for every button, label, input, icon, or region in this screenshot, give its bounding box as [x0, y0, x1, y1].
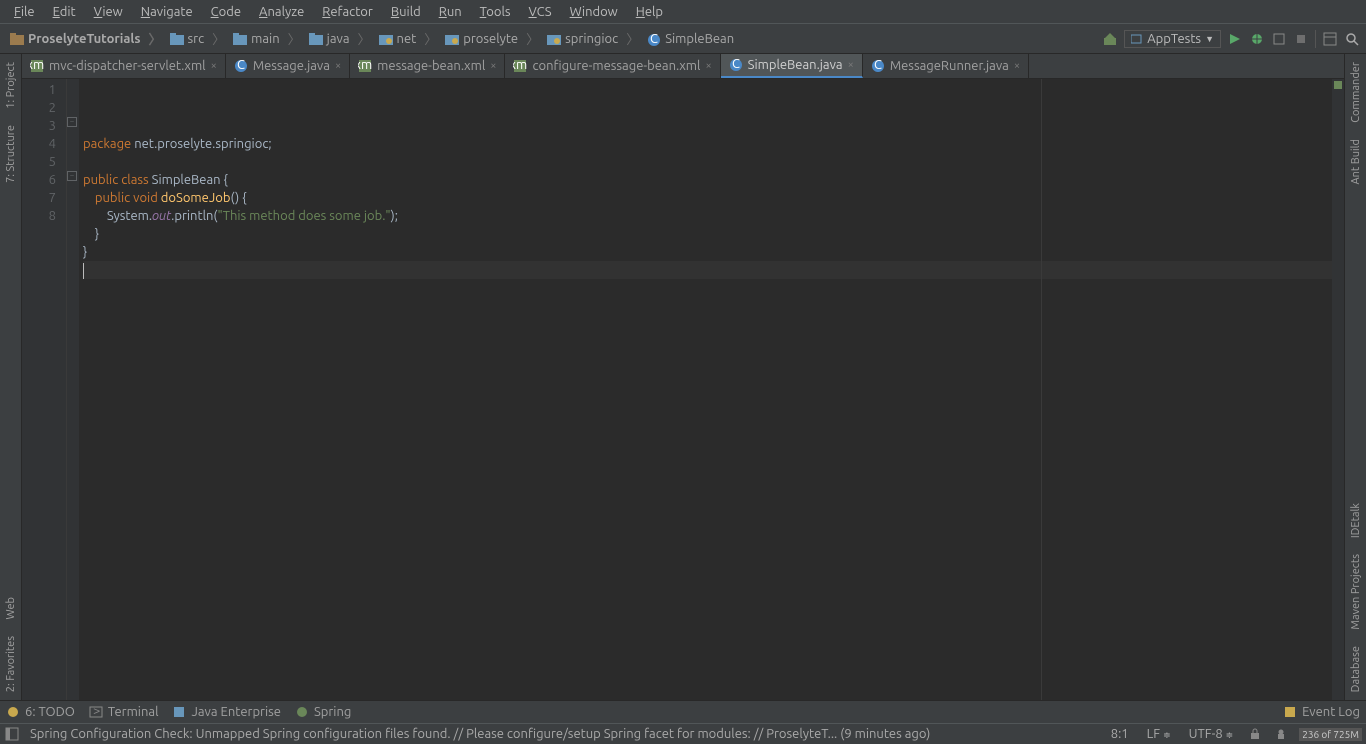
svg-text:xml: xml — [513, 59, 527, 72]
bottom-tool-tab[interactable]: >Terminal — [89, 705, 159, 719]
svg-text:xml: xml — [358, 59, 372, 72]
editor[interactable]: 12345678 − − package net.proselyte.sprin… — [22, 79, 1344, 700]
editor-tab[interactable]: xmlconfigure-message-bean.xml× — [505, 54, 720, 78]
tool-window-tab[interactable]: 7: Structure — [3, 117, 19, 191]
breadcrumb-item[interactable]: main〉 — [229, 27, 305, 50]
file-type-icon: C — [729, 58, 743, 72]
menu-build[interactable]: Build — [383, 3, 429, 21]
close-icon[interactable]: × — [1014, 60, 1020, 72]
menu-edit[interactable]: Edit — [45, 3, 84, 21]
breadcrumb[interactable]: ProselyteTutorials〉src〉main〉java〉net〉pro… — [6, 27, 1102, 50]
file-encoding[interactable]: UTF-8 ≑ — [1185, 727, 1238, 741]
build-icon[interactable] — [1102, 31, 1118, 47]
editor-tab[interactable]: xmlmessage-bean.xml× — [350, 54, 505, 78]
editor-tab[interactable]: CMessageRunner.java× — [863, 54, 1029, 78]
lock-icon[interactable] — [1247, 726, 1263, 742]
breadcrumb-item[interactable]: ProselyteTutorials〉 — [6, 27, 166, 50]
jee-icon — [172, 705, 186, 719]
close-icon[interactable]: × — [490, 60, 496, 72]
event-log-tab[interactable]: Event Log — [1283, 705, 1360, 719]
status-bar: Spring Configuration Check: Unmapped Spr… — [0, 723, 1366, 744]
bottom-tool-tab[interactable]: 6: TODO — [6, 705, 75, 719]
tool-window-tab[interactable]: IDEtalk — [1348, 495, 1364, 546]
svg-text:C: C — [874, 59, 882, 72]
close-icon[interactable]: × — [335, 60, 341, 72]
breadcrumb-item[interactable]: springioc〉 — [543, 27, 643, 50]
right-margin-line — [1041, 79, 1042, 700]
breadcrumb-item[interactable]: src〉 — [166, 27, 230, 50]
spring-icon — [295, 705, 309, 719]
term-icon: > — [89, 705, 103, 719]
menu-refactor[interactable]: Refactor — [314, 3, 381, 21]
close-icon[interactable]: × — [705, 60, 711, 72]
line-separator[interactable]: LF ≑ — [1143, 727, 1175, 741]
menu-tools[interactable]: Tools — [472, 3, 519, 21]
bottom-tool-tab[interactable]: Java Enterprise — [172, 705, 280, 719]
status-indicator — [1334, 81, 1342, 89]
run-icon[interactable] — [1227, 31, 1243, 47]
breadcrumb-item[interactable]: CSimpleBean — [643, 30, 738, 48]
tool-window-tab[interactable]: Web — [3, 589, 19, 628]
navigation-bar: ProselyteTutorials〉src〉main〉java〉net〉pro… — [0, 24, 1366, 54]
tool-window-tab[interactable]: 1: Project — [3, 54, 19, 117]
todo-icon — [6, 705, 20, 719]
menu-view[interactable]: View — [86, 3, 131, 21]
main-menu-bar: FileEditViewNavigateCodeAnalyzeRefactorB… — [0, 0, 1366, 24]
svg-text:C: C — [237, 59, 245, 72]
menu-navigate[interactable]: Navigate — [133, 3, 201, 21]
menu-run[interactable]: Run — [431, 3, 470, 21]
breadcrumb-item[interactable]: net〉 — [375, 27, 442, 50]
left-tool-stripe: 1: Project7: Structure Web2: Favorites — [0, 54, 22, 700]
error-stripe[interactable] — [1332, 79, 1344, 700]
coverage-icon[interactable] — [1271, 31, 1287, 47]
tool-window-tab[interactable]: Database — [1348, 638, 1364, 700]
file-type-icon: xml — [30, 59, 44, 73]
debug-icon[interactable] — [1249, 31, 1265, 47]
bottom-tool-stripe: 6: TODO >Terminal Java Enterprise Spring Eve… — [0, 700, 1366, 723]
tool-window-tab[interactable]: Ant Build — [1348, 131, 1364, 193]
editor-tab[interactable]: CSimpleBean.java× — [721, 54, 863, 78]
file-type-icon: xml — [358, 59, 372, 73]
code-area[interactable]: package net.proselyte.springioc;public c… — [79, 79, 1332, 700]
run-config-label: AppTests — [1147, 32, 1201, 46]
menu-window[interactable]: Window — [562, 3, 626, 21]
bottom-tool-tab[interactable]: Spring — [295, 705, 351, 719]
tool-window-toggle-icon[interactable] — [4, 726, 20, 742]
cursor-position[interactable]: 8:1 — [1107, 727, 1133, 741]
menu-help[interactable]: Help — [628, 3, 671, 21]
menu-code[interactable]: Code — [203, 3, 249, 21]
layout-icon[interactable] — [1322, 31, 1338, 47]
event-log-icon — [1283, 705, 1297, 719]
line-number-gutter[interactable]: 12345678 — [22, 79, 67, 700]
run-config-selector[interactable]: AppTests ▼ — [1124, 30, 1221, 48]
file-type-icon: xml — [513, 59, 527, 73]
breadcrumb-item[interactable]: proselyte〉 — [441, 27, 543, 50]
tool-window-tab[interactable]: Maven Projects — [1348, 546, 1364, 638]
editor-tabs: xmlmvc-dispatcher-servlet.xml×CMessage.j… — [22, 54, 1344, 79]
svg-text:xml: xml — [30, 59, 44, 72]
breadcrumb-item[interactable]: java〉 — [305, 27, 375, 50]
editor-tab[interactable]: xmlmvc-dispatcher-servlet.xml× — [22, 54, 226, 78]
stop-icon[interactable] — [1293, 31, 1309, 47]
close-icon[interactable]: × — [211, 60, 217, 72]
menu-vcs[interactable]: VCS — [521, 3, 560, 21]
file-type-icon: C — [871, 59, 885, 73]
status-message[interactable]: Spring Configuration Check: Unmapped Spr… — [30, 727, 1097, 741]
fold-gutter[interactable]: − − — [67, 79, 79, 700]
close-icon[interactable]: × — [848, 59, 854, 71]
menu-file[interactable]: File — [6, 3, 43, 21]
file-type-icon: C — [234, 59, 248, 73]
menu-analyze[interactable]: Analyze — [251, 3, 312, 21]
svg-text:>: > — [93, 705, 100, 718]
tool-window-tab[interactable]: 2: Favorites — [3, 628, 19, 700]
memory-indicator[interactable]: 236 of 725M — [1299, 728, 1362, 741]
hector-icon[interactable] — [1273, 726, 1289, 742]
right-tool-stripe: CommanderAnt Build IDEtalkMaven ProjectsD… — [1344, 54, 1366, 700]
editor-tab[interactable]: CMessage.java× — [226, 54, 350, 78]
tool-window-tab[interactable]: Commander — [1348, 54, 1364, 131]
svg-text:C: C — [732, 58, 740, 71]
svg-text:C: C — [650, 33, 658, 46]
search-icon[interactable] — [1344, 31, 1360, 47]
